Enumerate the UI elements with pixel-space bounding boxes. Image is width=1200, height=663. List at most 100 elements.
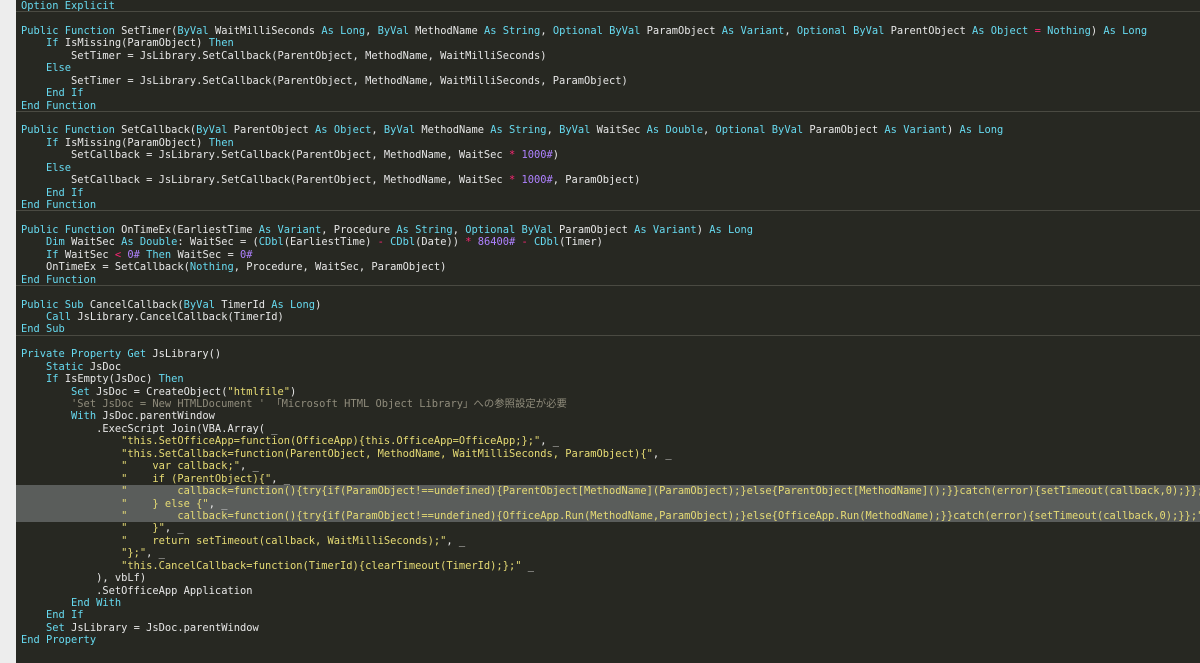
code-line[interactable]: " }", _	[16, 522, 1200, 534]
code-line[interactable]: Public Sub CancelCallback(ByVal TimerId …	[16, 299, 1200, 311]
code-token: *	[508, 149, 522, 162]
code-token: , _	[271, 472, 291, 485]
code-line[interactable]	[16, 12, 1200, 24]
code-line[interactable]: Dim WaitSec As Double: WaitSec = (CDbl(E…	[16, 236, 1200, 248]
code-line[interactable]: "this.SetOfficeApp=function(OfficeApp){t…	[16, 435, 1200, 447]
code-token: End Function	[21, 199, 97, 211]
code-line[interactable]: OnTimeEx = SetCallback(Nothing, Procedur…	[16, 261, 1200, 273]
code-line[interactable]: SetTimer = JsLibrary.SetCallback(ParentO…	[16, 75, 1200, 87]
code-token: , _	[208, 497, 228, 510]
code-line[interactable]: Public Function OnTimeEx(EarliestTime As…	[16, 224, 1200, 236]
code-token: ,	[365, 24, 378, 37]
code-token: CDbl	[258, 236, 284, 249]
code-line[interactable]: Public Function SetTimer(ByVal WaitMilli…	[16, 25, 1200, 37]
code-token: Public Function	[21, 223, 122, 236]
code-line[interactable]: .ExecScript Join(VBA.Array( _	[16, 423, 1200, 435]
code-line[interactable]: Public Function SetCallback(ByVal Parent…	[16, 124, 1200, 136]
code-token: Public Function	[21, 24, 122, 37]
code-line[interactable]: Else	[16, 162, 1200, 174]
code-line[interactable]	[16, 336, 1200, 348]
code-line[interactable]: If IsMissing(ParamObject) Then	[16, 137, 1200, 149]
code-line[interactable]: 'Set JsDoc = New HTMLDocument ' 「Microso…	[16, 398, 1200, 410]
code-token: , _	[239, 460, 259, 473]
code-line[interactable]: End Function	[16, 274, 1200, 287]
code-line[interactable]: SetCallback = JsLibrary.SetCallback(Pare…	[16, 149, 1200, 161]
code-line-selected[interactable]: " } else {", _	[16, 497, 1200, 510]
code-line[interactable]: " var callback;", _	[16, 460, 1200, 472]
code-line[interactable]: .SetOfficeApp Application	[16, 585, 1200, 597]
code-line[interactable]	[16, 112, 1200, 124]
code-line[interactable]: End Function	[16, 100, 1200, 112]
code-line[interactable]: With JsDoc.parentWindow	[16, 410, 1200, 422]
code-token: ParentObject	[890, 24, 972, 37]
code-line[interactable]: Private Property Get JsLibrary()	[16, 348, 1200, 360]
code-token: SetTimer = JsLibrary.SetCallback(ParentO…	[71, 49, 547, 62]
code-line[interactable]: ), vbLf)	[16, 572, 1200, 584]
code-area[interactable]: Option Explicit Public Function SetTimer(…	[16, 0, 1200, 663]
code-line[interactable]: Option Explicit	[16, 0, 1200, 13]
code-token: ByVal	[559, 124, 597, 137]
code-token: : WaitSec = (	[177, 236, 259, 249]
code-line-selected[interactable]: " callback=function(){try{if(ParamObject…	[16, 485, 1200, 498]
code-token: "htmlfile"	[227, 385, 291, 398]
code-line[interactable]: Else	[16, 62, 1200, 74]
code-line[interactable]: End Function	[16, 199, 1200, 212]
code-token: (EarliestTime)	[283, 236, 378, 249]
code-line[interactable]: If WaitSec < 0# Then WaitSec = 0#	[16, 249, 1200, 261]
code-line[interactable]: End Property	[16, 634, 1200, 646]
code-token: With	[71, 410, 103, 423]
code-editor[interactable]: Option Explicit Public Function SetTimer(…	[0, 0, 1200, 663]
code-token: If	[46, 136, 65, 149]
code-token: Option Explicit	[21, 0, 115, 12]
code-token: 'Set JsDoc = New HTMLDocument ' 「Microso…	[71, 398, 567, 410]
code-line[interactable]: Call JsLibrary.CancelCallback(TimerId)	[16, 311, 1200, 323]
code-token: Optional ByVal	[715, 124, 810, 137]
code-token: )	[290, 385, 297, 398]
code-line[interactable]: SetCallback = JsLibrary.SetCallback(Pare…	[16, 174, 1200, 186]
code-line[interactable]: Set JsLibrary = JsDoc.parentWindow	[16, 622, 1200, 634]
code-line[interactable]: " return setTimeout(callback, WaitMilliS…	[16, 535, 1200, 547]
code-token: SetTimer = JsLibrary.SetCallback(ParentO…	[71, 74, 628, 87]
code-token: )	[696, 223, 710, 236]
code-line[interactable]: End Sub	[16, 323, 1200, 336]
code-line[interactable]: "this.SetCallback=function(ParentObject,…	[16, 448, 1200, 460]
code-token: "this.SetOfficeApp=function(OfficeApp){t…	[121, 435, 541, 448]
code-line[interactable]: If IsMissing(ParamObject) Then	[16, 37, 1200, 49]
code-token: )	[552, 149, 560, 162]
code-line[interactable]: " if (ParentObject){", _	[16, 473, 1200, 485]
code-line[interactable]: Static JsDoc	[16, 361, 1200, 373]
code-line[interactable]: "};", _	[16, 547, 1200, 559]
code-line[interactable]: End If	[16, 609, 1200, 621]
code-line[interactable]: End If	[16, 187, 1200, 199]
code-token: , Procedure, WaitSec, ParamObject)	[233, 261, 447, 274]
code-line[interactable]: End If	[16, 87, 1200, 99]
code-line[interactable]: SetTimer = JsLibrary.SetCallback(ParentO…	[16, 50, 1200, 62]
code-token: ParamObject	[809, 124, 885, 137]
code-line[interactable]: End With	[16, 597, 1200, 609]
code-token: ParentObject	[233, 124, 316, 137]
code-line[interactable]: "this.CancelCallback=function(TimerId){c…	[16, 560, 1200, 572]
code-token: IsMissing(ParamObject)	[64, 37, 209, 50]
code-token: As Object	[972, 24, 1035, 37]
code-line[interactable]: If IsEmpty(JsDoc) Then	[16, 373, 1200, 385]
code-line-selected[interactable]: " callback=function(){try{if(ParamObject…	[16, 509, 1200, 523]
code-token: Then	[208, 37, 234, 50]
code-token: Optional ByVal	[796, 24, 891, 37]
code-line[interactable]: Set JsDoc = CreateObject("htmlfile")	[16, 386, 1200, 398]
code-line[interactable]	[16, 211, 1200, 223]
code-token: As Long	[1103, 24, 1148, 37]
code-token: )	[1090, 24, 1104, 37]
code-line[interactable]	[16, 286, 1200, 298]
code-token: , _	[146, 547, 165, 560]
code-token: As Variant	[721, 24, 785, 37]
code-token: =	[1034, 24, 1048, 37]
